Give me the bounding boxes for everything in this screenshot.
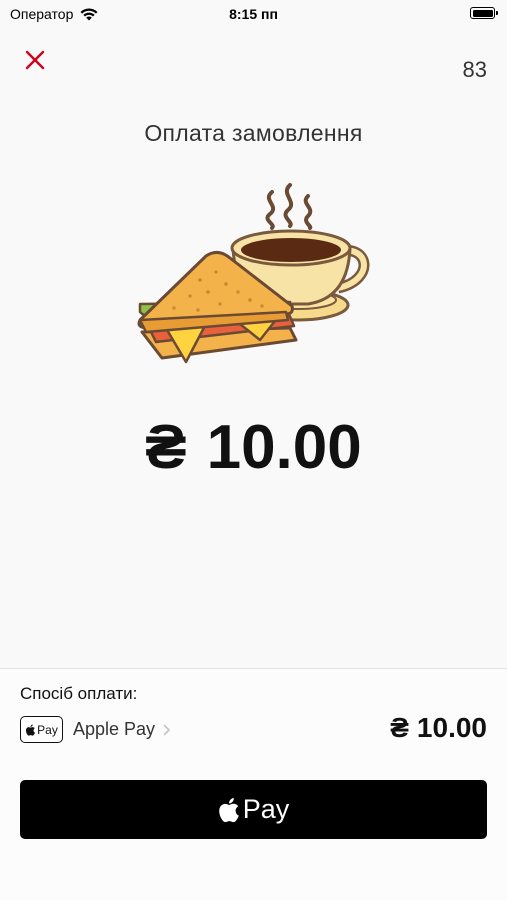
payment-total-value: 10.00 [416,712,487,743]
apple-pay-badge: Pay [20,716,63,743]
order-amount: ₴ 10.00 [0,412,507,483]
order-counter: 83 [462,57,487,82]
close-icon[interactable] [22,47,48,73]
badge-text: Pay [37,722,58,737]
amount-value: 10.00 [206,413,362,482]
pay-button-label: Pay [242,794,290,824]
sandwich-coffee-icon [137,183,370,364]
payment-method-name: Apple Pay [73,719,156,739]
status-bar: Оператор 8:15 пп [0,0,507,30]
page-title: Оплата замовлення [144,120,363,146]
payment-method-label: Спосіб оплати: [20,684,138,703]
status-time: 8:15 пп [229,6,278,22]
apple-pay-button[interactable]: Pay [20,780,487,839]
currency-symbol-small: ₴ [390,712,409,743]
payment-total: ₴ 10.00 [390,712,487,744]
payment-screen: Оператор 8:15 пп 83 Оплата замовлення ₴ … [0,0,507,900]
chevron-right-icon [163,724,170,735]
apple-icon [26,723,36,736]
apple-icon [218,797,239,822]
payment-method-selector[interactable]: Pay Apple Pay [20,716,171,743]
currency-symbol: ₴ [145,413,187,482]
battery-icon [470,7,498,19]
